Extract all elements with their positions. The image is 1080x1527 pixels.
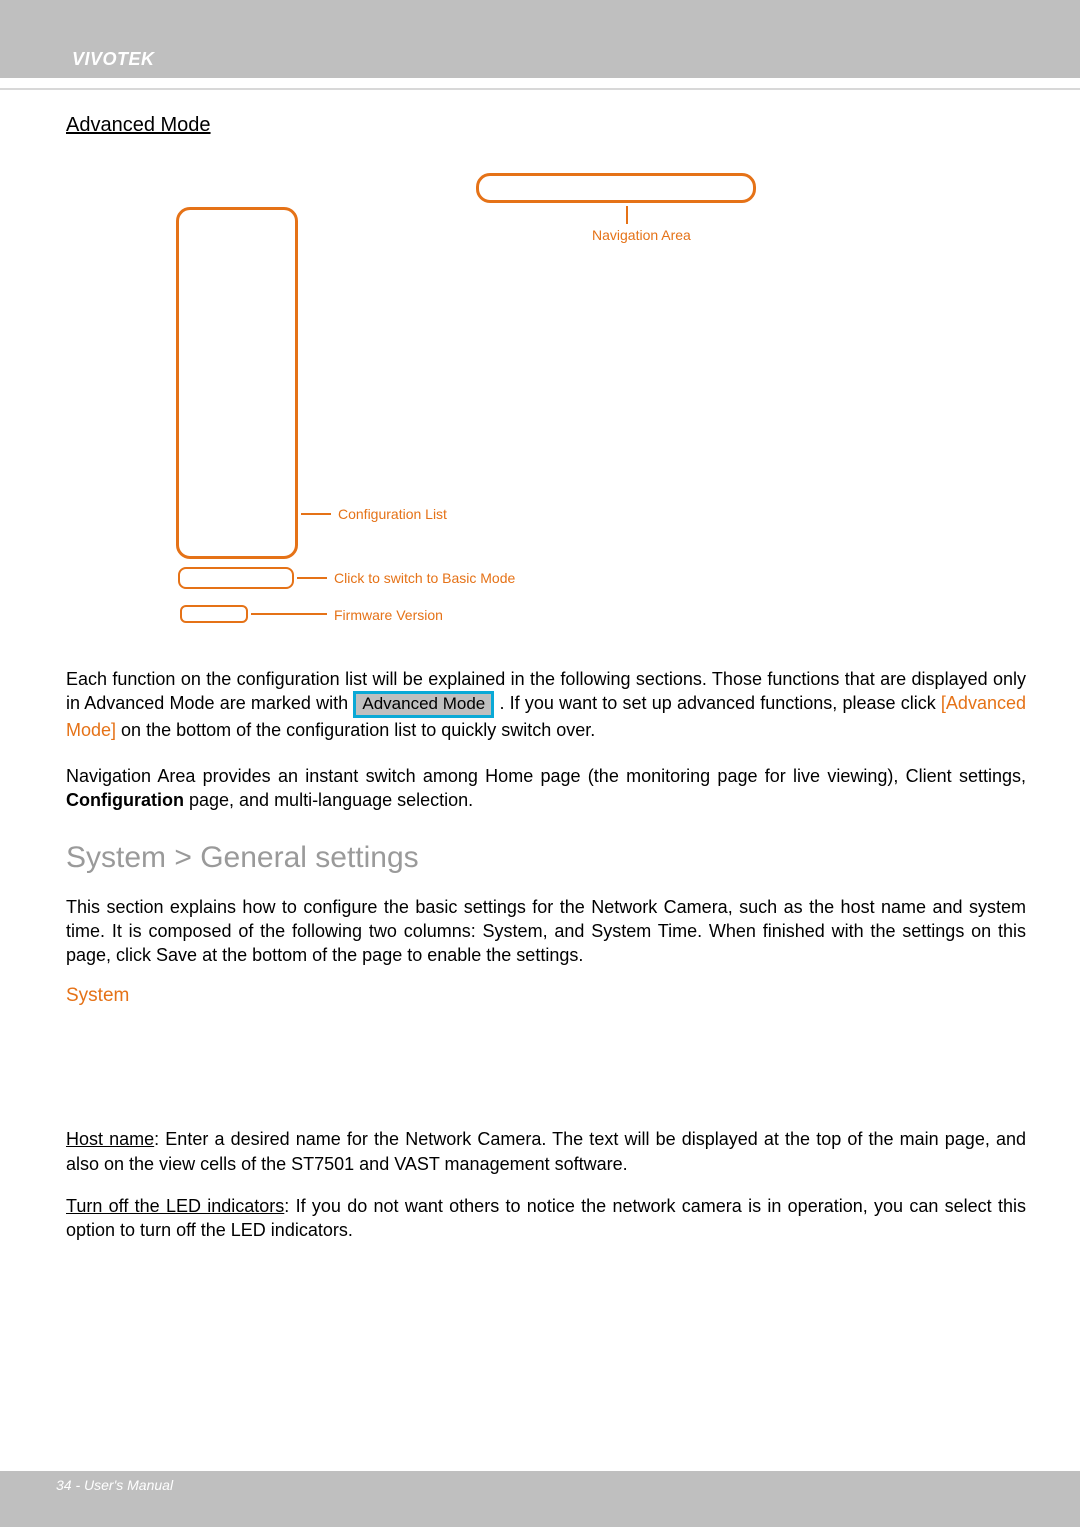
- host-name-label: Host name: [66, 1129, 154, 1149]
- page-sheet: VIVOTEK Advanced Mode Navigation Area Co…: [0, 0, 1080, 1527]
- firmware-label: Firmware Version: [334, 607, 443, 623]
- brand-text: VIVOTEK: [72, 49, 155, 69]
- advanced-mode-badge: Advanced Mode: [353, 691, 494, 717]
- config-list-label: Configuration List: [338, 506, 447, 522]
- footer-text: 34 - User's Manual: [56, 1477, 173, 1493]
- spacer: [66, 1015, 1026, 1127]
- firmware-box: [180, 605, 248, 623]
- nav-area-box: [476, 173, 756, 203]
- nav-area-label: Navigation Area: [592, 227, 691, 243]
- para-2: Navigation Area provides an instant swit…: [66, 764, 1026, 813]
- switch-connector: [297, 577, 327, 579]
- para-1: Each function on the configuration list …: [66, 667, 1026, 742]
- para1-c: on the bottom of the configuration list …: [121, 720, 595, 740]
- switch-mode-label: Click to switch to Basic Mode: [334, 570, 515, 586]
- top-margin-strip: [0, 0, 1080, 40]
- switch-mode-box: [178, 567, 294, 589]
- para2-c: ,: [1021, 766, 1026, 786]
- content-area: Advanced Mode Navigation Area Configurat…: [66, 114, 1026, 1261]
- para2-d: Configuration: [66, 790, 184, 810]
- para1-b: . If you want to set up advanced functio…: [499, 693, 940, 713]
- para2-a: Navigation Area provides an instant swit…: [66, 766, 906, 786]
- host-name-text: : Enter a desired name for the Network C…: [66, 1129, 1026, 1173]
- section-title: Advanced Mode: [66, 114, 1026, 137]
- config-list-box: [176, 207, 298, 559]
- host-name-para: Host name: Enter a desired name for the …: [66, 1127, 1026, 1176]
- para2-e: page, and multi-language selection.: [184, 790, 473, 810]
- nav-connector: [626, 206, 628, 224]
- header-bar: VIVOTEK: [0, 40, 1080, 78]
- footer-bar: 34 - User's Manual: [0, 1471, 1080, 1499]
- h3-system: System: [66, 985, 1026, 1007]
- led-para: Turn off the LED indicators: If you do n…: [66, 1194, 1026, 1243]
- para-3: This section explains how to configure t…: [66, 895, 1026, 968]
- firmware-connector: [251, 613, 327, 615]
- diagram: Navigation Area Configuration List Click…: [86, 167, 1006, 637]
- led-label: Turn off the LED indicators: [66, 1196, 284, 1216]
- page-root: VIVOTEK Advanced Mode Navigation Area Co…: [0, 0, 1080, 1527]
- bottom-margin-strip: [0, 1499, 1080, 1527]
- para2-b: Client settings: [906, 766, 1021, 786]
- header-divider: [0, 88, 1080, 90]
- h2-system-general: System > General settings: [66, 841, 1026, 875]
- config-connector: [301, 513, 331, 515]
